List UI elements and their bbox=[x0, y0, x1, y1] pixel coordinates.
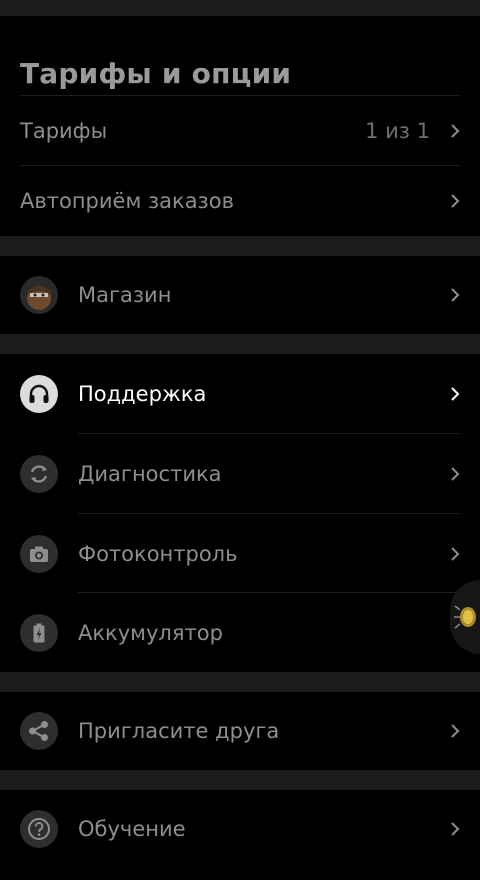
battery-icon bbox=[20, 613, 58, 652]
chevron-right-icon bbox=[451, 194, 460, 208]
refresh-icon bbox=[20, 455, 58, 493]
tariffs-count: 1 из 1 bbox=[365, 119, 430, 143]
chevron-right-icon bbox=[451, 724, 460, 738]
share-icon bbox=[20, 712, 58, 750]
section-gap bbox=[0, 770, 480, 790]
chevron-right-icon bbox=[451, 546, 460, 561]
shop-row[interactable]: Магазин bbox=[0, 256, 480, 334]
section-gap bbox=[0, 672, 480, 692]
shop-label: Магазин bbox=[78, 283, 172, 307]
battery-label: Аккумулятор bbox=[78, 620, 223, 645]
invite-friend-label: Пригласите друга bbox=[78, 719, 280, 743]
tariffs-label: Тарифы bbox=[20, 119, 108, 143]
battery-row[interactable]: Аккумулятор bbox=[0, 593, 480, 672]
diagnostics-row[interactable]: Диагностика bbox=[0, 434, 480, 514]
chevron-right-icon bbox=[451, 124, 460, 138]
camera-icon bbox=[20, 534, 58, 573]
invite-card: Пригласите друга bbox=[0, 692, 480, 770]
diagnostics-label: Диагностика bbox=[78, 462, 222, 486]
support-row[interactable]: Поддержка bbox=[0, 354, 480, 434]
learning-label: Обучение bbox=[78, 817, 186, 841]
shop-avatar-icon bbox=[20, 276, 58, 314]
top-gap bbox=[0, 0, 480, 16]
headphones-icon bbox=[20, 375, 58, 413]
invite-friend-row[interactable]: Пригласите друга bbox=[0, 692, 480, 770]
support-label: Поддержка bbox=[78, 382, 207, 406]
chevron-right-icon bbox=[451, 387, 460, 401]
chevron-right-icon bbox=[451, 822, 460, 836]
learning-card: Обучение bbox=[0, 790, 480, 880]
tools-card: Поддержка Диагностика Фотоконтроль Аккум… bbox=[0, 354, 480, 672]
learning-row[interactable]: Обучение bbox=[0, 790, 480, 868]
shop-card: Магазин bbox=[0, 256, 480, 334]
photo-control-label: Фотоконтроль bbox=[78, 541, 238, 566]
section-gap bbox=[0, 236, 480, 256]
auto-accept-row[interactable]: Автоприём заказов bbox=[0, 166, 480, 236]
section-gap bbox=[0, 334, 480, 354]
tariffs-card: Тарифы и опции Тарифы 1 из 1 Автоприём з… bbox=[0, 16, 480, 236]
auto-accept-label: Автоприём заказов bbox=[20, 189, 234, 213]
page-title: Тарифы и опции bbox=[20, 57, 292, 90]
chevron-right-icon bbox=[451, 467, 460, 481]
chevron-right-icon bbox=[451, 288, 460, 302]
question-icon bbox=[20, 810, 58, 848]
tariffs-row[interactable]: Тарифы 1 из 1 bbox=[0, 96, 480, 166]
photo-control-row[interactable]: Фотоконтроль bbox=[0, 514, 480, 593]
